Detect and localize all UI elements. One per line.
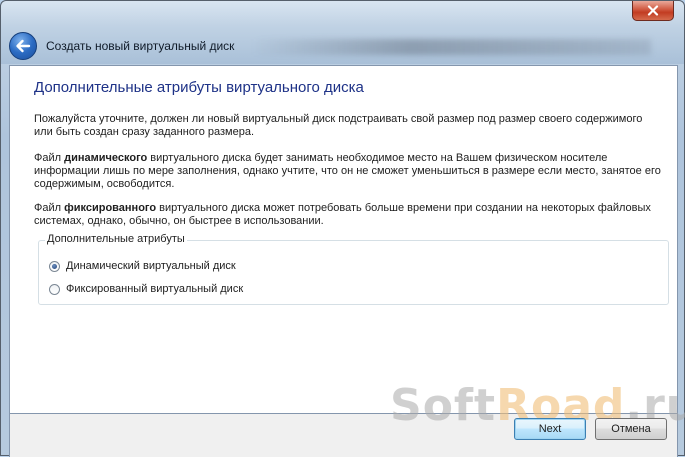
para-prefix: Файл — [34, 152, 65, 164]
radio-fixed-disk[interactable]: Фиксированный виртуальный диск — [49, 283, 243, 295]
close-button[interactable] — [632, 1, 674, 21]
page-heading: Дополнительные атрибуты виртуального дис… — [34, 79, 364, 96]
wizard-content: Дополнительные атрибуты виртуального дис… — [9, 65, 678, 414]
close-icon — [647, 5, 659, 16]
title-bar-shadow — [251, 39, 651, 55]
dynamic-disk-paragraph: Файл динамического виртуального диска бу… — [34, 152, 664, 191]
radio-dynamic-disk[interactable]: Динамический виртуальный диск — [49, 260, 236, 272]
title-bar: Создать новый виртуальный диск — [1, 1, 684, 64]
radio-button-selected[interactable] — [49, 260, 60, 272]
radio-button[interactable] — [49, 283, 60, 295]
wizard-window: Создать новый виртуальный диск Дополните… — [0, 0, 685, 457]
next-button[interactable]: Next — [514, 418, 586, 440]
para-bold-term: фиксированного — [64, 202, 157, 214]
para-bold-term: динамического — [64, 152, 148, 164]
attributes-groupbox: Дополнительные атрибуты Динамический вир… — [38, 233, 669, 305]
back-button[interactable] — [9, 32, 37, 60]
radio-label: Динамический виртуальный диск — [66, 260, 236, 272]
radio-dot — [52, 263, 57, 269]
groupbox-label: Дополнительные атрибуты — [45, 233, 187, 245]
back-arrow-icon — [16, 39, 31, 53]
description-paragraph: Пожалуйста уточните, должен ли новый вир… — [34, 113, 643, 138]
radio-label: Фиксированный виртуальный диск — [66, 283, 244, 295]
cancel-button[interactable]: Отмена — [595, 418, 667, 440]
para-prefix: Файл — [34, 202, 65, 214]
fixed-disk-paragraph: Файл фиксированного виртуального диска м… — [34, 202, 664, 228]
window-title: Создать новый виртуальный диск — [46, 39, 235, 53]
